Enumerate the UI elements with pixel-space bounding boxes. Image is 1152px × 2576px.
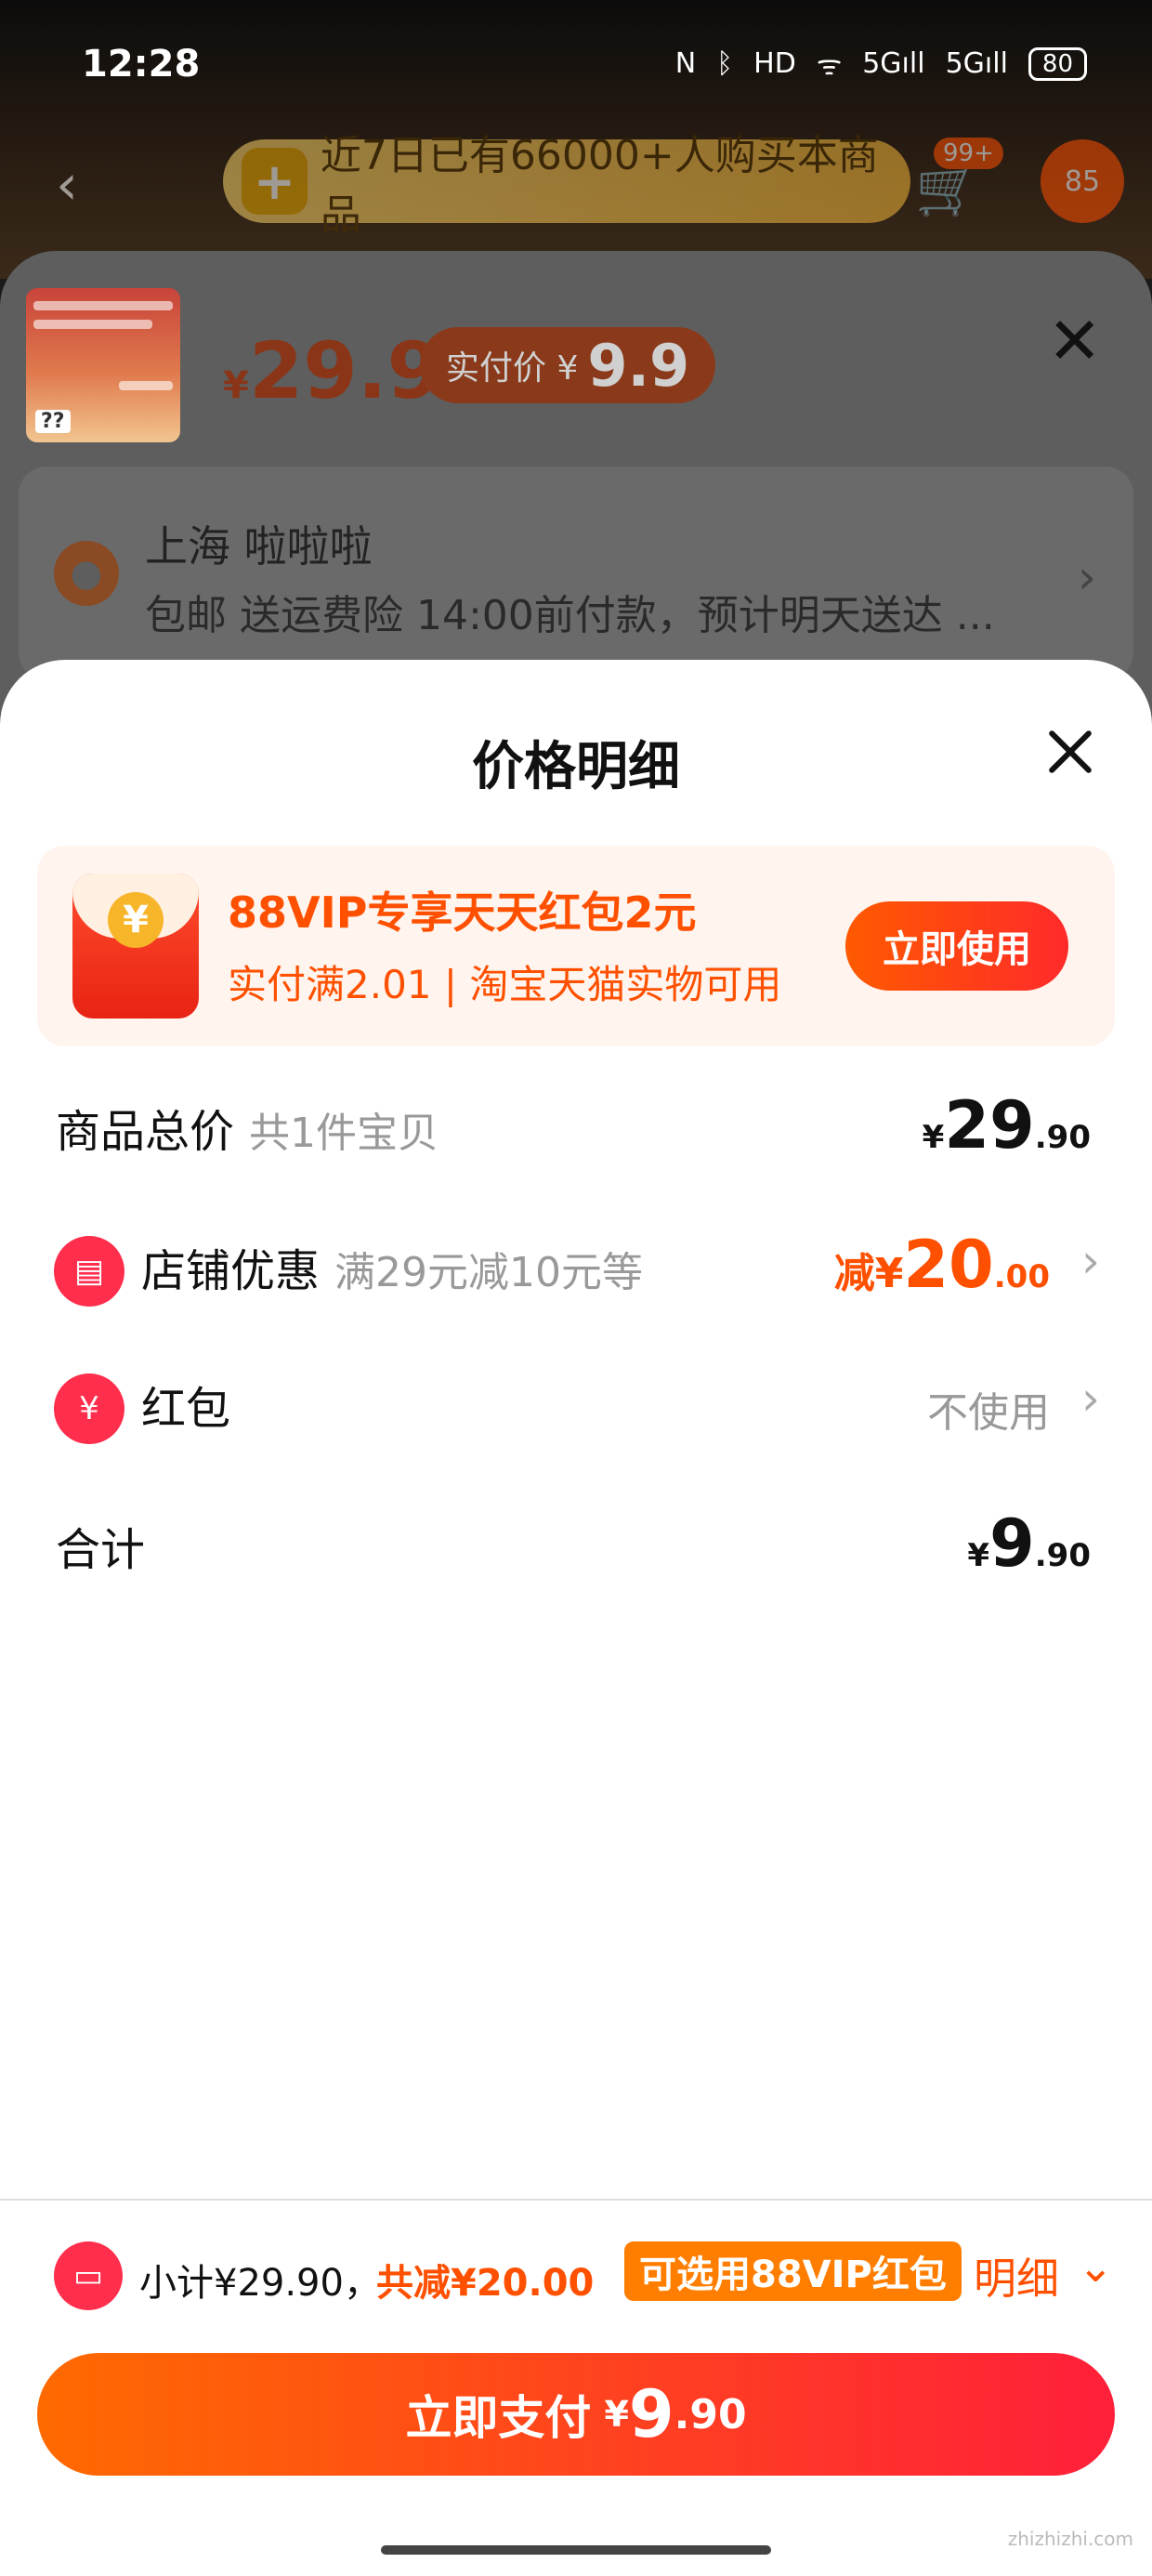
product-price: ¥29.9 — [223, 325, 442, 416]
red-packet-value: 不使用 — [927, 1389, 1050, 1437]
item-count: 共1件宝贝 — [249, 1110, 439, 1157]
shop-icon: ▤ — [54, 1236, 124, 1307]
product-nav-bar: ‹ + 近7日已有66000+人购买本商品 🛒 99+ 85 — [0, 130, 1152, 239]
red-packet-icon: ¥ — [72, 874, 199, 1019]
checkout-bar: ▭ 小计¥29.90， 共减¥20.00 可选用88VIP红包 明细 ⌄ 立即支… — [0, 2201, 1152, 2576]
red-packet-small-icon: ¥ — [54, 1373, 124, 1444]
wifi-icon: ᯤ — [816, 49, 843, 82]
row-label: 合计 — [56, 1524, 146, 1576]
bluetooth-icon: ᛒ — [716, 47, 734, 80]
location-pin-icon: ● — [54, 541, 119, 606]
close-icon[interactable] — [1037, 719, 1102, 784]
shopping-bag-icon: + — [242, 148, 308, 215]
row-label: 商品总价 — [56, 1106, 235, 1158]
cart-badge: 99+ — [934, 138, 1003, 169]
sum-amount: ¥9.90 — [967, 1505, 1091, 1582]
use-now-button[interactable]: 立即使用 — [845, 901, 1068, 991]
discount-amount: 减¥20.00 — [833, 1227, 1050, 1303]
total-amount: ¥29.90 — [922, 1087, 1091, 1163]
discount-rule: 满29元减10元等 — [334, 1249, 643, 1296]
coupon-icon: ▭ — [54, 2241, 123, 2310]
red-packet-row[interactable]: ¥ 红包 不使用 › — [0, 1346, 1152, 1448]
watermark: zhizhizhi.com — [1007, 2528, 1133, 2550]
vip-card-title: 88VIP专享天天红包2元 — [228, 887, 697, 938]
signal-5g-icon: 5Gıll — [945, 47, 1008, 80]
battery-icon: 80 — [1028, 46, 1087, 81]
detail-toggle[interactable]: 明细 — [974, 2245, 1059, 2307]
row-label: 红包 — [141, 1383, 231, 1435]
address-name: 上海 啦啦啦 — [145, 521, 373, 572]
row-label: 店铺优惠 — [141, 1245, 321, 1297]
vip-red-packet-tag[interactable]: 可选用88VIP红包 — [624, 2241, 962, 2301]
status-time: 12:28 — [82, 43, 201, 85]
purchase-promo-banner: + 近7日已有66000+人购买本商品 — [223, 132, 910, 239]
nfc-icon: N — [674, 47, 697, 80]
vip-card-subtitle: 实付满2.01 | 淘宝天猫实物可用 — [228, 962, 782, 1007]
pay-now-button[interactable]: 立即支付 ¥9.90 — [37, 2353, 1115, 2476]
status-bar: 12:28 N ᛒ HD ᯤ 5Gıll 5Gıll 80 — [0, 0, 1152, 139]
chevron-down-icon[interactable]: ⌄ — [1078, 2241, 1114, 2292]
address-card[interactable]: ● 上海 啦啦啦 包邮 送运费险 14:00前付款，预计明天送达 ... › — [19, 467, 1133, 680]
product-thumbnail: ?? — [26, 288, 180, 442]
chevron-right-icon: › — [1081, 1372, 1100, 1426]
sheet-title: 价格明细 — [472, 737, 680, 797]
saved-amount: 共减¥20.00 — [376, 2262, 595, 2305]
paid-price-badge: 实付价 ¥9.9 — [420, 327, 716, 403]
thumbnail-tag: ?? — [35, 410, 71, 433]
message-badge[interactable]: 85 — [1041, 139, 1124, 223]
home-indicator[interactable] — [381, 2545, 771, 2555]
chevron-right-icon: › — [1081, 1234, 1100, 1288]
sum-row: 合计 ¥9.90 — [0, 1487, 1152, 1589]
subtotal-text: 小计¥29.90， — [139, 2262, 381, 2305]
hd-icon: HD — [753, 47, 796, 80]
back-arrow-icon[interactable]: ‹ — [56, 152, 78, 217]
delivery-detail: 包邮 送运费险 14:00前付款，预计明天送达 ... — [145, 592, 995, 639]
total-price-row: 商品总价 共1件宝贝 ¥29.90 — [0, 1069, 1152, 1171]
chevron-right-icon: › — [1078, 550, 1096, 604]
promo-text: 近7日已有66000+人购买本商品 — [320, 132, 879, 239]
shop-discount-row[interactable]: ▤ 店铺优惠 满29元减10元等 减¥20.00 › — [0, 1208, 1152, 1310]
status-icons: N ᛒ HD ᯤ 5Gıll 5Gıll 80 — [675, 45, 1087, 83]
close-icon[interactable]: ✕ — [1047, 303, 1102, 379]
signal-5g-icon: 5Gıll — [862, 47, 925, 80]
vip-red-packet-card: ¥ 88VIP专享天天红包2元 实付满2.01 | 淘宝天猫实物可用 立即使用 — [37, 846, 1115, 1046]
